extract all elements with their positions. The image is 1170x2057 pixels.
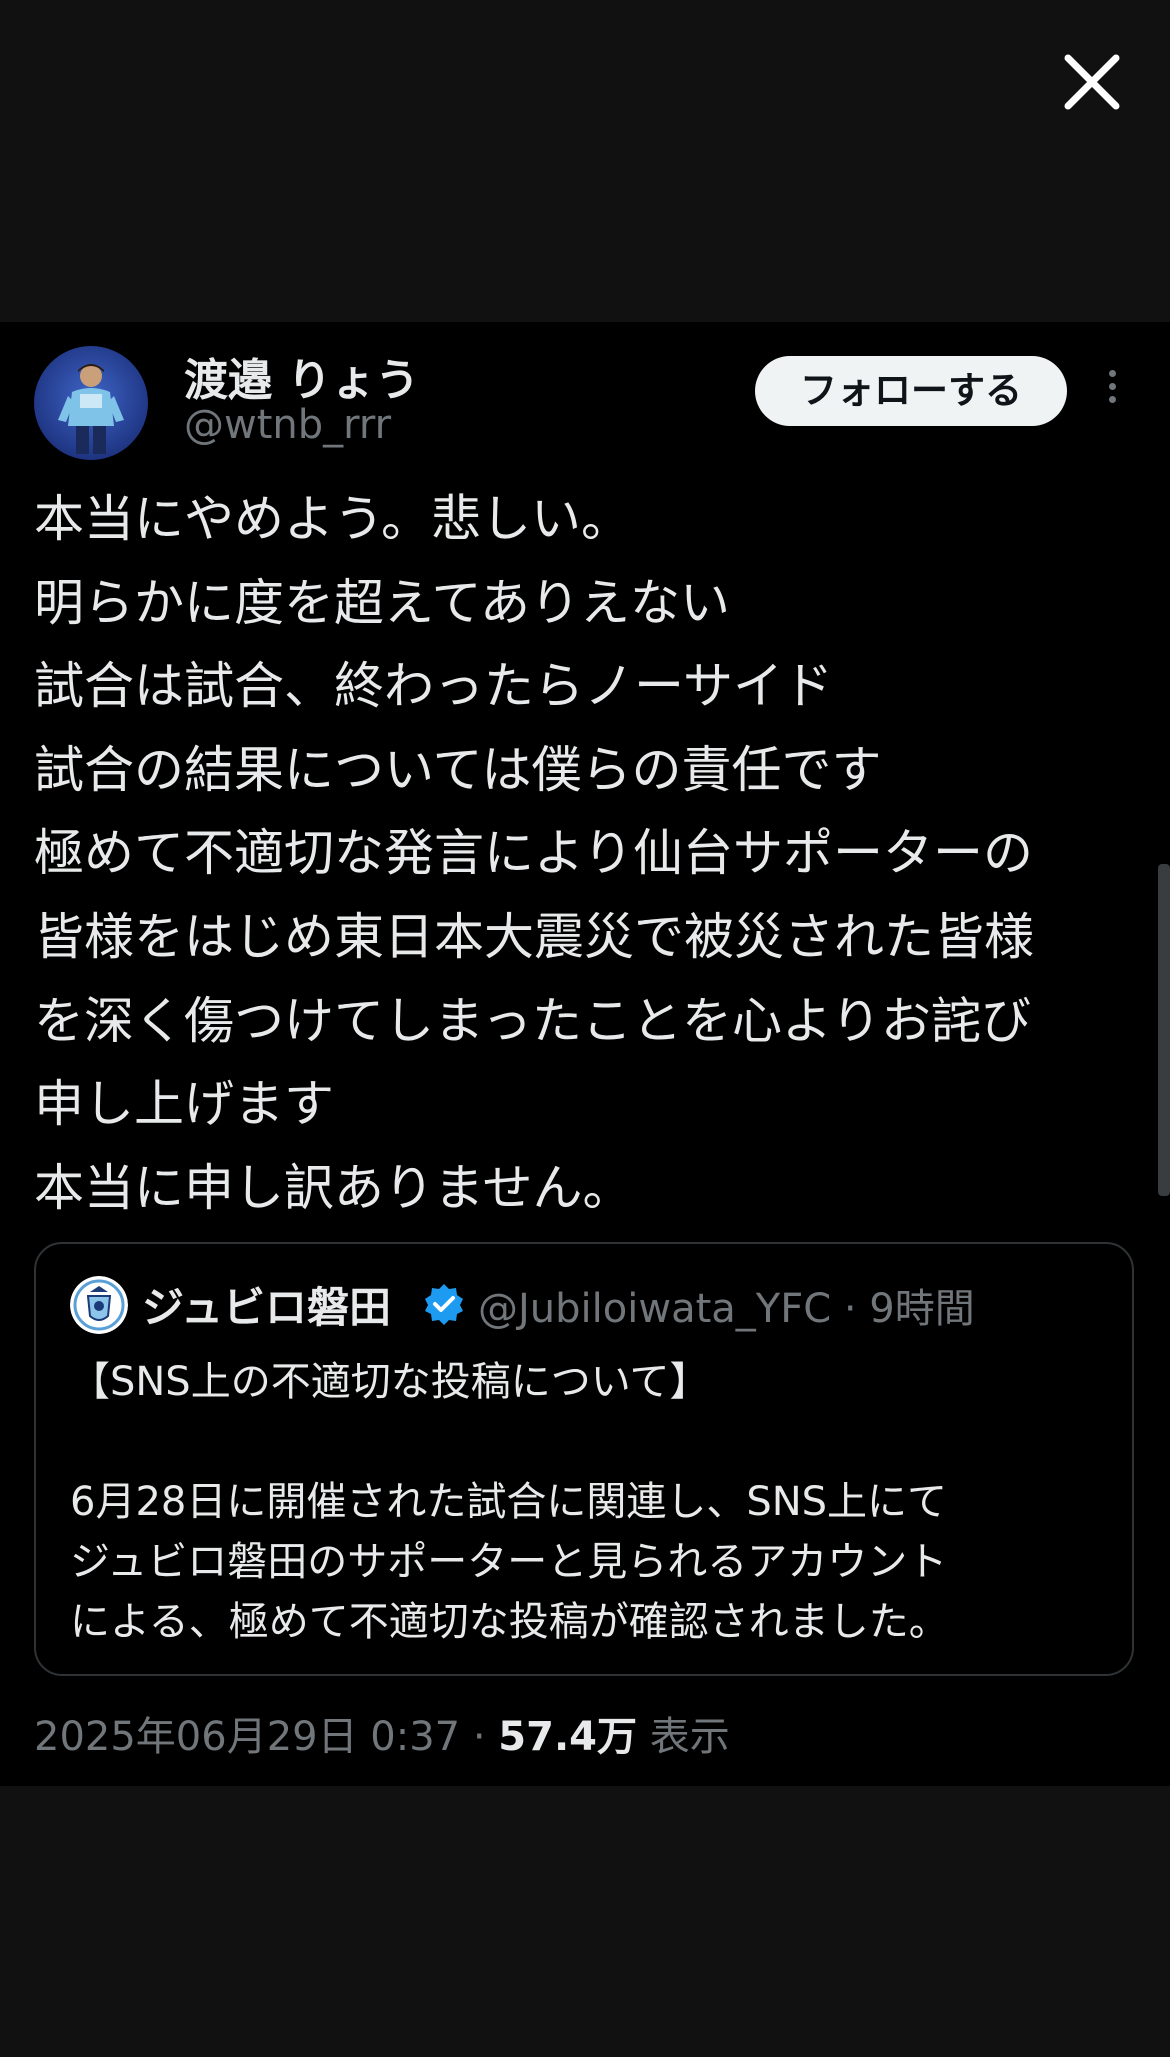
verified-badge-icon xyxy=(425,1284,463,1325)
post-line: 申し上げます xyxy=(34,1075,334,1134)
author-display-name[interactable]: 渡邉 りょう xyxy=(184,344,419,408)
quoted-author-name[interactable]: ジュビロ磐田 xyxy=(142,1274,391,1335)
view-label: 表示 xyxy=(636,1714,730,1760)
viewer-bottom-area xyxy=(0,1786,1170,2057)
post-metadata: 2025年06月29日 0:37 · 57.4万 表示 xyxy=(34,1704,730,1762)
author-handle[interactable]: @wtnb_rrr xyxy=(184,402,391,448)
post-line: 本当にやめよう。悲しい。 xyxy=(34,490,631,548)
post-line: 極めて不適切な発言により仙台サポーターの xyxy=(34,824,1033,883)
author-avatar[interactable] xyxy=(34,346,148,460)
viewer-top-bar xyxy=(0,0,1170,322)
quoted-post-meta: @Jubiloiwata_YFC · 9時間 xyxy=(478,1286,975,1332)
close-icon xyxy=(1064,54,1120,110)
view-count[interactable]: 57.4万 xyxy=(498,1714,637,1760)
post-line: 本当に申し訳ありません。 xyxy=(34,1158,633,1217)
quoted-post[interactable]: ジュビロ磐田 @Jubiloiwata_YFC · 9時間 【SNS上の不適切な… xyxy=(34,1242,1134,1676)
quoted-author-avatar[interactable] xyxy=(70,1276,128,1334)
quoted-post-line: による、極めて不適切な投稿が確認されました。 xyxy=(70,1599,949,1645)
post-text: 本当にやめよう。悲しい。 明らかに度を超えてありえない 試合は試合、終わったらノ… xyxy=(34,478,1144,1230)
more-vertical-icon xyxy=(1108,370,1116,377)
scrollbar[interactable] xyxy=(1158,864,1170,1196)
post-line: 試合は試合、終わったらノーサイド xyxy=(34,657,833,716)
post-line: 試合の結果については僕らの責任です xyxy=(34,740,882,799)
post-line: 皆様をはじめ東日本大震災で被災された皆様 xyxy=(34,907,1034,966)
post-line: 明らかに度を超えてありえない xyxy=(34,573,730,632)
tweet-card: 渡邉 りょう @wtnb_rrr フォローする 本当にやめよう。悲しい。 明らか… xyxy=(0,322,1170,1786)
follow-button[interactable]: フォローする xyxy=(755,356,1067,426)
close-button[interactable] xyxy=(1058,48,1126,116)
post-line: を深く傷つけてしまったことを心よりお詫び xyxy=(34,991,1031,1050)
quoted-post-title: 【SNS上の不適切な投稿について】 xyxy=(70,1359,710,1405)
quoted-post-line: 6月28日に開催された試合に関連し、SNS上にて xyxy=(70,1479,948,1525)
more-options-button[interactable] xyxy=(1100,364,1124,420)
quoted-post-line: ジュビロ磐田のサポーターと見られるアカウント xyxy=(70,1539,948,1585)
post-timestamp[interactable]: 2025年06月29日 0:37 · xyxy=(34,1714,498,1760)
quoted-post-text: 【SNS上の不適切な投稿について】 6月28日に開催された試合に関連し、SNS上… xyxy=(70,1352,1110,1652)
